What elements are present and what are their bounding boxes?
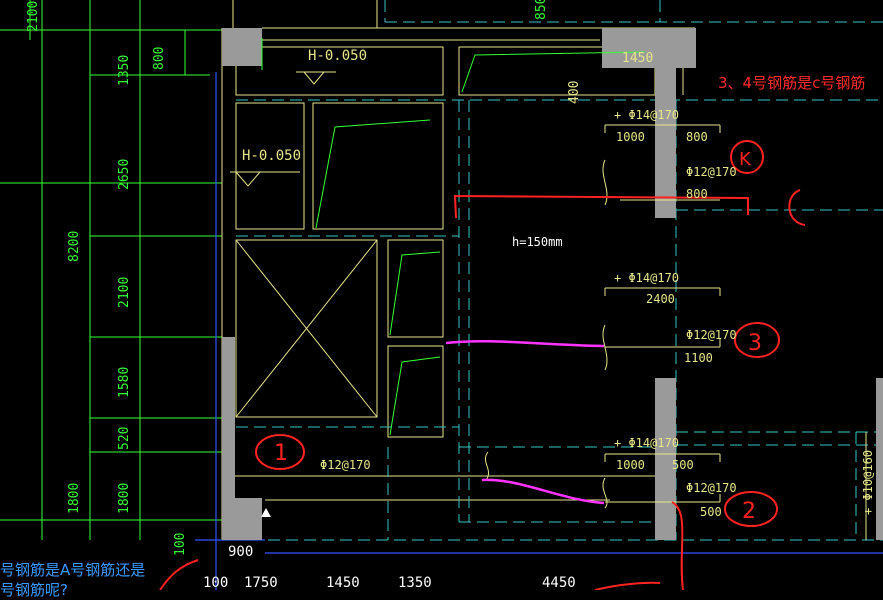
dim-1750: 1750 — [244, 575, 278, 590]
dim-850: 850 — [534, 0, 549, 20]
dim-1350-bottom: 1350 — [398, 575, 432, 590]
rebar-bot4-label: Φ12@170 — [686, 165, 737, 179]
dim-2650: 2650 — [117, 159, 132, 190]
marker-1: 1 — [274, 441, 288, 466]
dim-100-bottom: 100 — [203, 575, 228, 590]
rebar-bot2-label: Φ12@170 — [686, 481, 737, 495]
rebar-bot3-len: 1100 — [684, 351, 713, 365]
blue-note: 号钢筋是A号钢筋还是 号钢筋呢? — [0, 560, 145, 600]
rebar-top3-right: 500 — [672, 458, 694, 472]
dim-100-left: 100 — [173, 533, 188, 556]
rebar-top1-right: 800 — [686, 130, 708, 144]
marker-3: 3 — [748, 331, 762, 356]
rebar-top2-len: 2400 — [646, 292, 675, 306]
blue-note-line1: 号钢筋是A号钢筋还是 — [0, 561, 146, 579]
rebar-bot1-label: Φ12@170 — [320, 458, 371, 472]
rebar-bot4-len: 800 — [686, 187, 708, 201]
dim-1800-a: 1800 — [67, 483, 82, 514]
rebar-top3-left: 1000 — [616, 458, 645, 472]
dim-1350: 1350 — [117, 55, 132, 86]
dim-1800-b: 1800 — [117, 483, 132, 514]
dim-2100: 2100 — [117, 277, 132, 308]
dim-400: 400 — [567, 81, 582, 104]
magenta-annotations — [445, 339, 605, 505]
left-dimension-lines — [0, 0, 222, 540]
rebar-right-label: + Φ10@160 — [861, 450, 875, 515]
rebar-top1-label: + Φ14@170 — [614, 108, 679, 122]
dim-1450-top: 1450 — [622, 51, 653, 66]
dim-800: 800 — [152, 47, 167, 70]
blue-note-line2: 号钢筋呢? — [0, 581, 68, 599]
dim-520: 520 — [117, 427, 132, 450]
dim-1580: 1580 — [117, 367, 132, 398]
rebar-bot3-label: Φ12@170 — [686, 328, 737, 342]
dim-4450: 4450 — [542, 575, 576, 590]
rebar-bot2-len: 500 — [700, 505, 722, 519]
rebar-top3-label: + Φ14@170 — [614, 436, 679, 450]
north-marker — [261, 508, 271, 517]
rebar-top1-left: 1000 — [616, 130, 645, 144]
marker-4: K — [739, 149, 752, 170]
elevation-2: H-0.050 — [242, 148, 301, 164]
dim-8200: 8200 — [67, 231, 82, 262]
elevation-marks — [230, 71, 336, 187]
dim-top-cut: 2100 — [26, 1, 41, 32]
marker-2: 2 — [742, 499, 756, 524]
rebar-top2-label: + Φ14@170 — [614, 271, 679, 285]
slab-thickness: h=150mm — [512, 235, 563, 249]
dim-900: 900 — [228, 544, 253, 560]
dim-1450-bottom: 1450 — [326, 575, 360, 590]
elevation-1: H-0.050 — [308, 48, 367, 64]
red-note: 3、4号钢筋是c号钢筋 — [718, 74, 866, 92]
